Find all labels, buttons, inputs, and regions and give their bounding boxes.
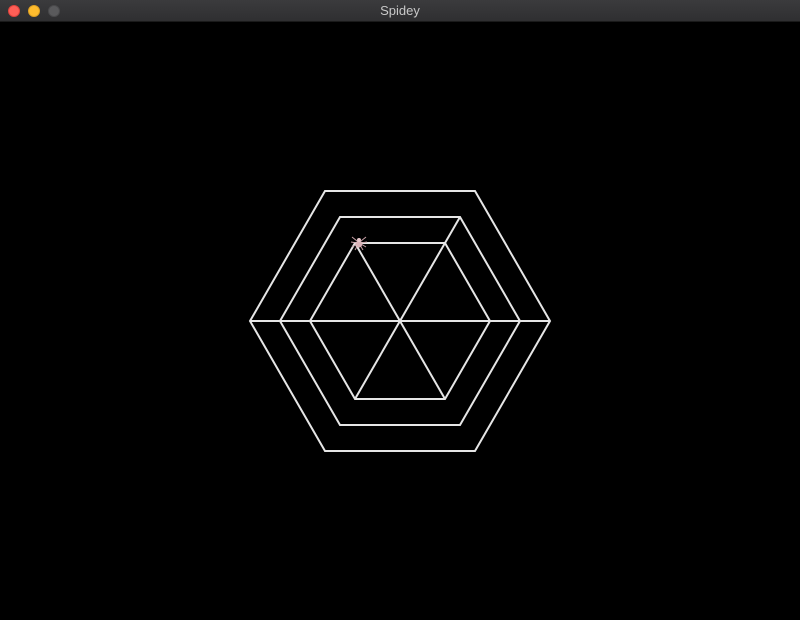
title-bar[interactable]: Spidey bbox=[0, 0, 800, 22]
web-spoke bbox=[354, 216, 461, 400]
game-window: Spidey bbox=[0, 0, 800, 620]
web-scene bbox=[248, 190, 552, 452]
window-title: Spidey bbox=[380, 3, 420, 18]
spider-web bbox=[248, 190, 552, 452]
game-canvas[interactable] bbox=[0, 22, 800, 620]
